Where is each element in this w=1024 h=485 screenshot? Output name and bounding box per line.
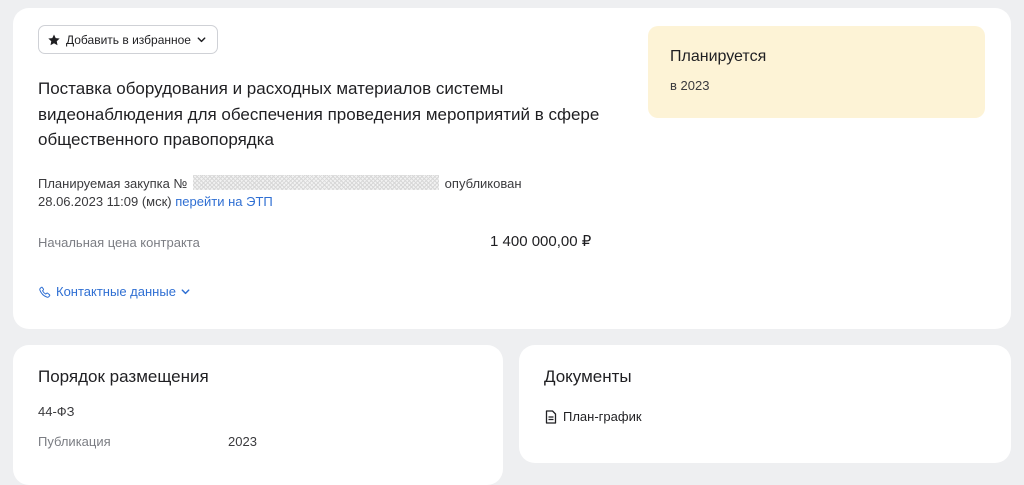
initial-price-label: Начальная цена контракта bbox=[38, 235, 200, 250]
chevron-down-icon bbox=[181, 289, 190, 295]
star-icon bbox=[48, 33, 60, 45]
purchase-card: Добавить в избранное Поставка оборудован… bbox=[13, 8, 1011, 329]
placement-order-title: Порядок размещения bbox=[38, 367, 209, 386]
law-value: 44-ФЗ bbox=[38, 404, 75, 419]
publication-label: Публикация bbox=[38, 434, 111, 449]
documents-card: Документы План-график bbox=[519, 345, 1011, 463]
redacted-purchase-number bbox=[193, 175, 440, 190]
status-panel: Планируется в 2023 bbox=[648, 26, 985, 118]
published-word: опубликован bbox=[444, 176, 522, 191]
placement-order-card: Порядок размещения 44-ФЗ Публикация 2023 bbox=[13, 345, 503, 485]
publication-info: Планируемая закупка № опубликован 28.06.… bbox=[38, 175, 598, 211]
status-year: в 2023 bbox=[670, 78, 710, 93]
status-title: Планируется bbox=[670, 48, 767, 65]
published-date: 28.06.2023 11:09 (мск) bbox=[38, 194, 172, 209]
chevron-down-icon bbox=[197, 37, 206, 43]
phone-icon bbox=[39, 286, 51, 298]
document-label: План-график bbox=[563, 409, 642, 424]
contacts-toggle[interactable]: Контактные данные bbox=[38, 284, 191, 299]
purchase-number-prefix: Планируемая закупка № bbox=[38, 176, 188, 191]
add-to-favorites-label: Добавить в избранное bbox=[66, 32, 191, 47]
add-to-favorites-button[interactable]: Добавить в избранное bbox=[38, 25, 218, 54]
documents-title: Документы bbox=[544, 367, 632, 386]
etp-link[interactable]: перейти на ЭТП bbox=[175, 194, 272, 209]
document-item-plan-schedule[interactable]: План-график bbox=[545, 409, 642, 424]
publication-value: 2023 bbox=[228, 434, 257, 449]
purchase-title: Поставка оборудования и расходных матери… bbox=[38, 79, 600, 149]
contacts-label: Контактные данные bbox=[56, 284, 176, 299]
document-icon bbox=[545, 409, 557, 424]
initial-price-value: 1 400 000,00 ₽ bbox=[490, 233, 592, 250]
